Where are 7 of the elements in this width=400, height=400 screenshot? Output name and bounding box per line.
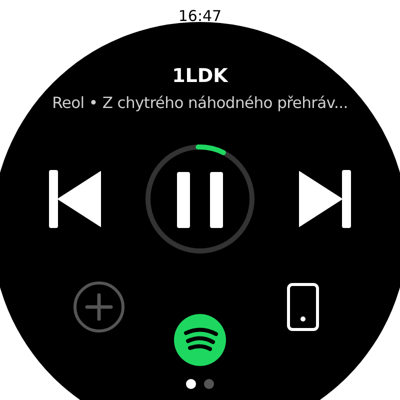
next-button[interactable] [299,170,351,231]
previous-button[interactable] [49,170,101,231]
track-subtitle: Reol • Z chytrého náhodného přehráv... [52,93,348,114]
app-logo-icon[interactable] [174,314,226,369]
track-title: 1LDK [172,64,228,88]
clock-time: 16:47 [178,6,222,26]
phone-button[interactable] [287,283,319,334]
